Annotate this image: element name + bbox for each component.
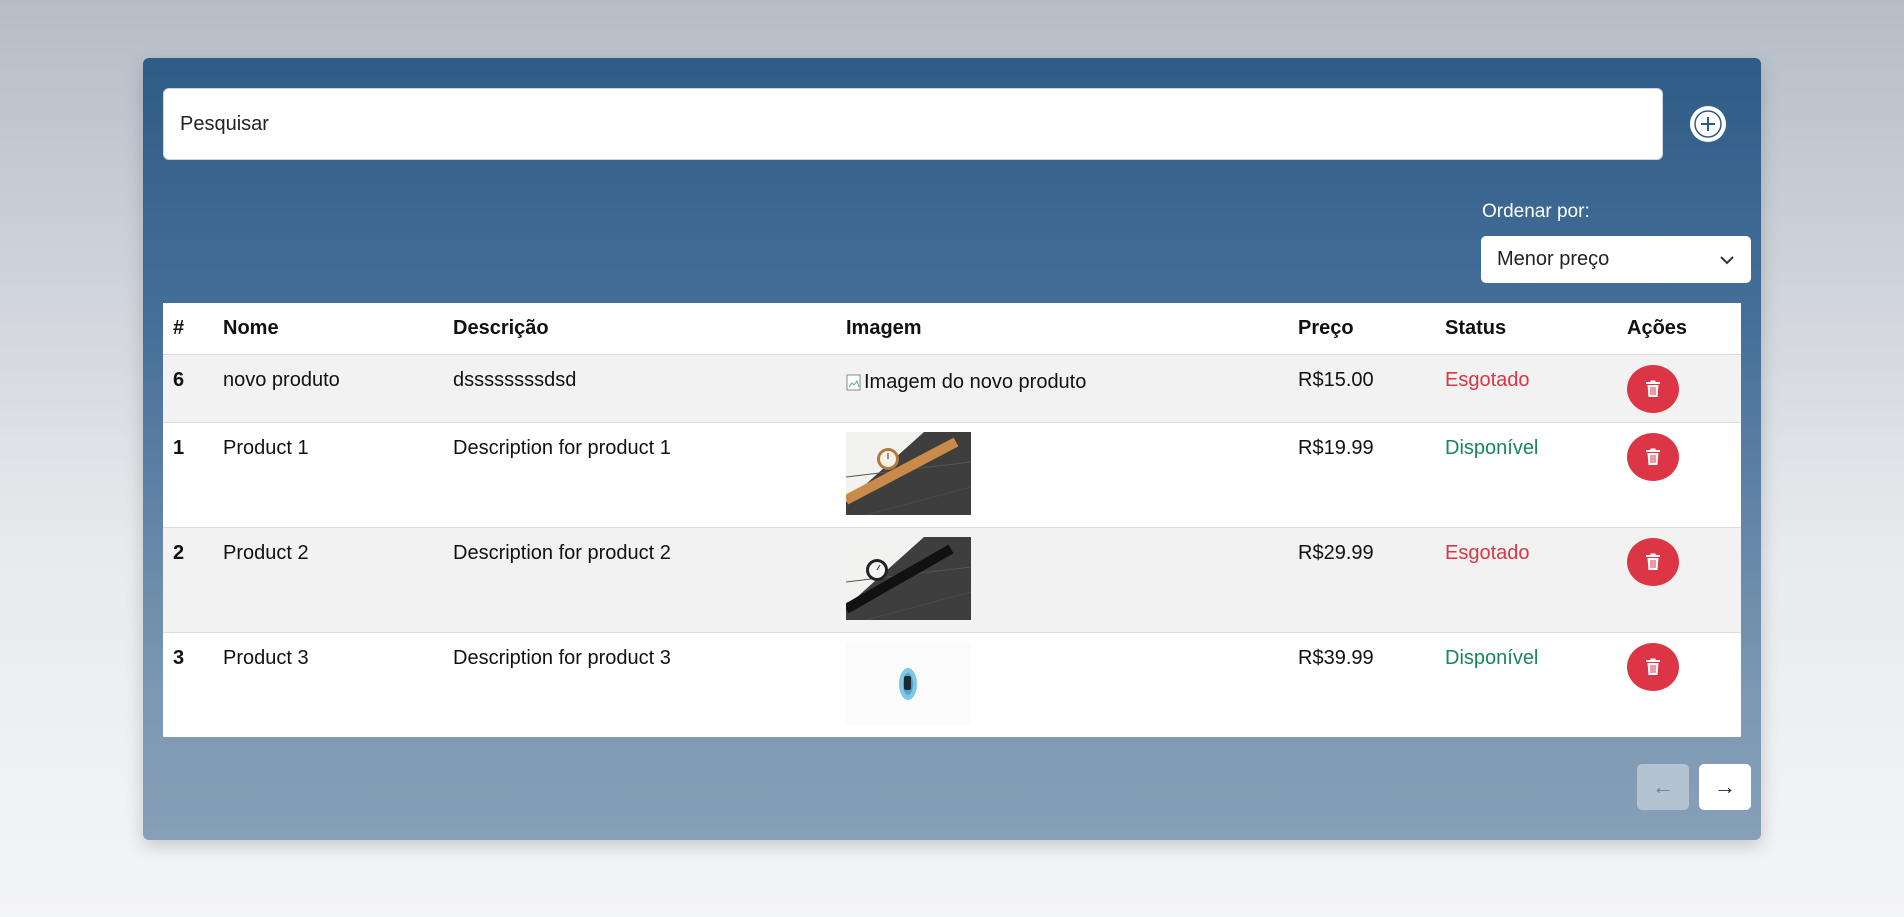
cell-price: R$39.99 <box>1288 632 1435 737</box>
plus-circle-icon <box>1694 110 1722 138</box>
cell-actions <box>1617 632 1741 737</box>
cell-image <box>836 422 1288 528</box>
cell-image <box>836 632 1288 737</box>
delete-button[interactable] <box>1627 365 1679 413</box>
cell-name: Product 1 <box>213 422 443 528</box>
chevron-down-icon <box>1720 255 1734 264</box>
cell-actions <box>1617 354 1741 423</box>
table-row: 3 Product 3 Description for product 3 R$… <box>163 632 1741 737</box>
search-input[interactable] <box>163 88 1663 160</box>
cell-name: Product 2 <box>213 527 443 633</box>
cell-actions <box>1617 422 1741 528</box>
delete-button[interactable] <box>1627 433 1679 481</box>
cell-description: Description for product 1 <box>443 422 836 528</box>
products-table: # Nome Descrição Imagem Preço Status Açõ… <box>163 303 1741 737</box>
header-name: Nome <box>213 303 443 355</box>
cell-id: 6 <box>163 354 213 423</box>
broken-image-icon <box>846 374 861 390</box>
cell-actions <box>1617 527 1741 633</box>
product-image-fitness-band <box>846 642 971 725</box>
delete-button[interactable] <box>1627 643 1679 691</box>
cell-price: R$29.99 <box>1288 527 1435 633</box>
table-row: 2 Product 2 Description for product 2 R$… <box>163 527 1741 633</box>
header-price: Preço <box>1288 303 1435 355</box>
cell-id: 3 <box>163 632 213 737</box>
cell-status: Disponível <box>1435 422 1617 528</box>
cell-price: R$19.99 <box>1288 422 1435 528</box>
header-actions: Ações <box>1617 303 1741 355</box>
arrow-left-icon: ← <box>1652 774 1674 799</box>
trash-icon <box>1646 448 1660 465</box>
trash-icon <box>1646 553 1660 570</box>
table-row: 1 Product 1 Description for product 1 R$… <box>163 422 1741 528</box>
cell-image: Imagem do novo produto <box>836 354 1288 423</box>
header-image: Imagem <box>836 303 1288 355</box>
pagination-prev-button[interactable]: ← <box>1637 764 1689 810</box>
cell-description: dssssssssdsd <box>443 354 836 423</box>
sort-selected-value: Menor preço <box>1497 248 1610 270</box>
cell-name: Product 3 <box>213 632 443 737</box>
cell-id: 1 <box>163 422 213 528</box>
table-row: 6 novo produto dssssssssdsd Imagem do no… <box>163 354 1741 423</box>
trash-icon <box>1646 380 1660 397</box>
image-alt-text: Imagem do novo produto <box>864 371 1087 393</box>
product-image-watch-black <box>846 537 971 620</box>
cell-description: Description for product 2 <box>443 527 836 633</box>
broken-image: Imagem do novo produto <box>846 371 1086 394</box>
cell-status: Esgotado <box>1435 527 1617 633</box>
product-image-watch-brown <box>846 432 971 515</box>
pagination-next-button[interactable]: → <box>1699 764 1751 810</box>
add-product-button[interactable] <box>1690 106 1726 142</box>
products-panel: Ordenar por: Menor preço # Nome Descriçã… <box>143 58 1761 840</box>
cell-status: Disponível <box>1435 632 1617 737</box>
header-status: Status <box>1435 303 1617 355</box>
arrow-right-icon: → <box>1714 774 1736 799</box>
sort-label: Ordenar por: <box>1482 201 1590 222</box>
table-header-row: # Nome Descrição Imagem Preço Status Açõ… <box>163 303 1741 355</box>
header-description: Descrição <box>443 303 836 355</box>
sort-select[interactable]: Menor preço <box>1481 236 1751 283</box>
delete-button[interactable] <box>1627 538 1679 586</box>
cell-status: Esgotado <box>1435 354 1617 423</box>
cell-price: R$15.00 <box>1288 354 1435 423</box>
trash-icon <box>1646 658 1660 675</box>
cell-image <box>836 527 1288 633</box>
header-num: # <box>163 303 213 355</box>
cell-id: 2 <box>163 527 213 633</box>
cell-name: novo produto <box>213 354 443 423</box>
cell-description: Description for product 3 <box>443 632 836 737</box>
